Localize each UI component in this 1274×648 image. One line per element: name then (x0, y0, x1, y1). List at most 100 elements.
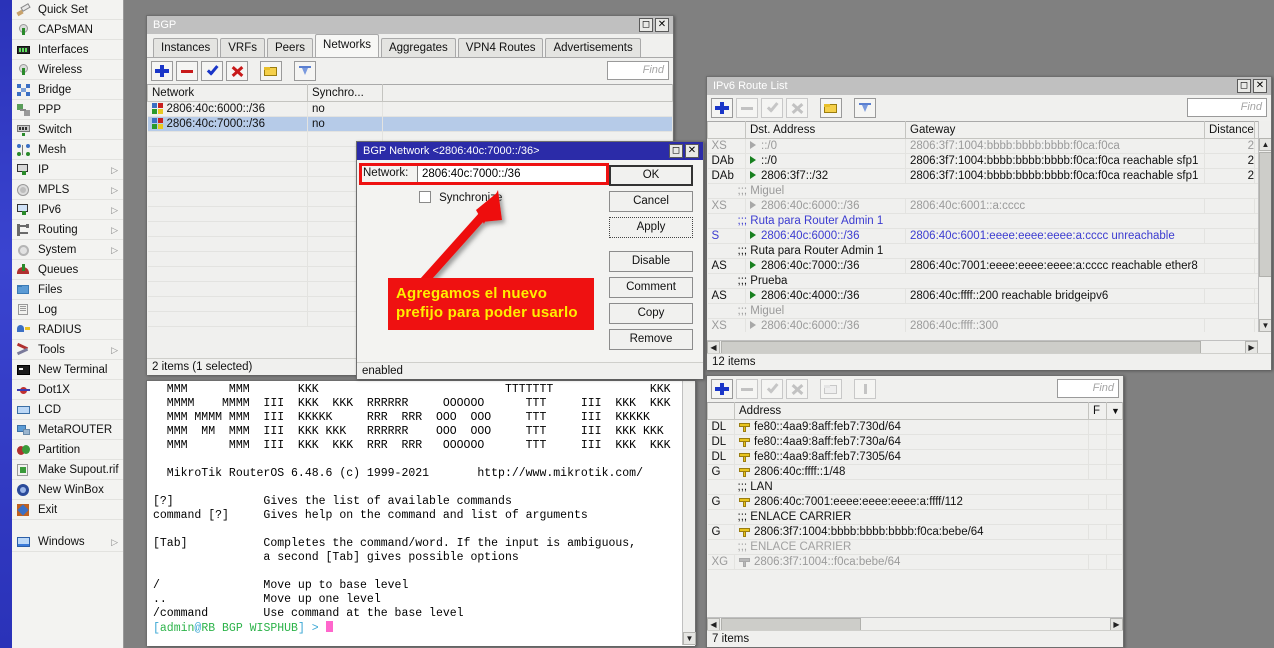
scroll-thumb[interactable] (1259, 152, 1271, 277)
apply-button[interactable]: Apply (609, 217, 693, 238)
scroll-down-arrow-icon[interactable]: ▼ (1259, 319, 1271, 332)
sidebar-item-bridge[interactable]: Bridge (12, 80, 123, 100)
cancel-button[interactable]: Cancel (609, 191, 693, 212)
dialog-button-column[interactable]: OKCancelApplyDisableCommentCopyRemove (609, 165, 697, 355)
table-row[interactable]: G2806:40c:7001:eeee:eeee:eeee:a:ffff/112 (708, 495, 1123, 510)
remove-button[interactable]: Remove (609, 329, 693, 350)
sidebar-item-ip[interactable]: IP▷ (12, 160, 123, 180)
sidebar-item-tools[interactable]: Tools▷ (12, 340, 123, 360)
ipv6-address-table[interactable]: AddressF▼ DLfe80::4aa9:8aff:feb7:730d/64… (707, 402, 1123, 570)
column-header[interactable]: Distance (1205, 122, 1255, 139)
comment-row[interactable]: ;;; Miguel (708, 304, 1271, 319)
column-header[interactable]: Gateway (906, 122, 1205, 139)
ipv6-address-list-window[interactable]: Find AddressF▼ DLfe80::4aa9:8aff:feb7:73… (706, 375, 1124, 648)
ipv6-address-toolbar[interactable]: Find (707, 376, 1123, 402)
ipv6-route-list-window[interactable]: IPv6 Route List ◻ ✕ Find Dst. AddressGat… (706, 76, 1272, 370)
find-input[interactable]: Find (607, 61, 669, 80)
network-input[interactable]: 2806:40c:7000::/36 (417, 165, 607, 183)
table-row[interactable]: DLfe80::4aa9:8aff:feb7:7305/64 (708, 450, 1123, 465)
dialog-titlebar[interactable]: BGP Network <2806:40c:7000::/36> ◻ ✕ (357, 142, 703, 160)
terminal-output[interactable]: MMM MMM KKK TTTTTTT KKK MMMM MMMM III KK… (147, 381, 695, 646)
column-menu-icon[interactable]: ▼ (1111, 406, 1120, 416)
sidebar-item-quick-set[interactable]: Quick Set (12, 0, 123, 20)
close-icon[interactable]: ✕ (1253, 79, 1267, 93)
column-header[interactable] (708, 122, 746, 139)
route-scrollbar-vertical[interactable]: ▲ ▼ (1258, 121, 1271, 332)
table-row[interactable]: 2806:40c:6000::/36no (148, 102, 673, 117)
sidebar-item-wireless[interactable]: Wireless (12, 60, 123, 80)
sidebar-item-make-supout-rif[interactable]: Make Supout.rif (12, 460, 123, 480)
tab-vrfs[interactable]: VRFs (220, 38, 265, 57)
table-row[interactable]: G2806:3f7:1004:bbbb:bbbb:bbbb:f0ca:bebe/… (708, 525, 1123, 540)
maximize-icon[interactable]: ◻ (639, 18, 653, 32)
comment-button[interactable] (820, 98, 842, 118)
close-icon[interactable]: ✕ (685, 144, 699, 158)
close-icon[interactable]: ✕ (655, 18, 669, 32)
column-header[interactable]: Synchro... (308, 85, 383, 102)
column-header[interactable]: Dst. Address (746, 122, 906, 139)
remove-button[interactable] (176, 61, 198, 81)
route-scrollbar-horizontal[interactable]: ◀ ▶ (707, 340, 1258, 353)
sidebar-item-mesh[interactable]: Mesh (12, 140, 123, 160)
comment-row[interactable]: ;;; Miguel (708, 184, 1271, 199)
table-row[interactable]: AS2806:40c:7000::/362806:40c:7001:eeee:e… (708, 259, 1271, 274)
tab-aggregates[interactable]: Aggregates (381, 38, 456, 57)
table-row[interactable]: DLfe80::4aa9:8aff:feb7:730a/64 (708, 435, 1123, 450)
main-menu-sidebar[interactable]: Quick SetCAPsMANInterfacesWirelessBridge… (12, 0, 124, 648)
sidebar-item-partition[interactable]: Partition (12, 440, 123, 460)
sidebar-item-files[interactable]: Files (12, 280, 123, 300)
comment-row[interactable]: ;;; ENLACE CARRIER (708, 540, 1123, 555)
sidebar-item-windows[interactable]: Windows ▷ (12, 532, 123, 552)
column-header[interactable]: Address (735, 403, 1089, 420)
find-input[interactable]: Find (1057, 379, 1119, 398)
table-row[interactable]: XS2806:40c:6000::/362806:40c:ffff::300 (708, 319, 1271, 333)
add-button[interactable] (151, 61, 173, 81)
disable-button[interactable] (226, 61, 248, 81)
terminal-window[interactable]: MMM MMM KKK TTTTTTT KKK MMMM MMMM III KK… (146, 380, 696, 646)
column-header[interactable] (708, 403, 735, 420)
sidebar-item-new-winbox[interactable]: New WinBox (12, 480, 123, 500)
comment-row[interactable]: ;;; Prueba (708, 274, 1271, 289)
maximize-icon[interactable]: ◻ (669, 144, 683, 158)
comment-row[interactable]: ;;; ENLACE CARRIER (708, 510, 1123, 525)
comment-button[interactable] (260, 61, 282, 81)
sidebar-item-metarouter[interactable]: MetaROUTER (12, 420, 123, 440)
column-header[interactable] (383, 85, 673, 102)
bgp-toolbar[interactable]: Find (147, 58, 673, 84)
sidebar-item-queues[interactable]: Queues (12, 260, 123, 280)
column-menu-header[interactable]: ▼ (1107, 403, 1123, 420)
table-row[interactable]: S2806:40c:6000::/362806:40c:6001:eeee:ee… (708, 229, 1271, 244)
sidebar-item-lcd[interactable]: LCD (12, 400, 123, 420)
scroll-down-arrow-icon[interactable]: ▼ (683, 632, 696, 645)
table-row[interactable]: AS2806:40c:4000::/362806:40c:ffff::200 r… (708, 289, 1271, 304)
sidebar-item-routing[interactable]: Routing▷ (12, 220, 123, 240)
sidebar-item-switch[interactable]: Switch (12, 120, 123, 140)
comment-button[interactable]: Comment (609, 277, 693, 298)
filter-button[interactable] (294, 61, 316, 81)
table-row[interactable]: XS2806:40c:6000::/362806:40c:6001::a:ccc… (708, 199, 1271, 214)
add-button[interactable] (711, 379, 733, 399)
sidebar-item-radius[interactable]: RADIUS (12, 320, 123, 340)
sidebar-item-new-terminal[interactable]: New Terminal (12, 360, 123, 380)
table-row[interactable]: 2806:40c:7000::/36no (148, 117, 673, 132)
terminal-scrollbar-vertical[interactable]: ▼ (682, 381, 695, 645)
sidebar-item-ppp[interactable]: PPP (12, 100, 123, 120)
table-row[interactable]: DAb2806:3f7::/322806:3f7:1004:bbbb:bbbb:… (708, 169, 1271, 184)
table-row[interactable]: DLfe80::4aa9:8aff:feb7:730d/64 (708, 420, 1123, 435)
ok-button[interactable]: OK (609, 165, 693, 186)
comment-row[interactable]: ;;; Ruta para Router Admin 1 (708, 244, 1271, 259)
add-button[interactable] (711, 98, 733, 118)
table-row[interactable]: G2806:40c:ffff::1/48 (708, 465, 1123, 480)
scroll-up-arrow-icon[interactable]: ▲ (1259, 138, 1271, 151)
sidebar-item-interfaces[interactable]: Interfaces (12, 40, 123, 60)
sidebar-item-log[interactable]: Log (12, 300, 123, 320)
sidebar-item-ipv6[interactable]: IPv6▷ (12, 200, 123, 220)
enable-button[interactable] (201, 61, 223, 81)
table-row[interactable]: XS::/02806:3f7:1004:bbbb:bbbb:bbbb:f0ca:… (708, 139, 1271, 154)
column-header[interactable]: Network (148, 85, 308, 102)
tab-instances[interactable]: Instances (153, 38, 218, 57)
disable-button[interactable]: Disable (609, 251, 693, 272)
bgp-tab-bar[interactable]: InstancesVRFsPeersNetworksAggregatesVPN4… (147, 34, 673, 58)
table-row[interactable]: DAb::/02806:3f7:1004:bbbb:bbbb:bbbb:f0ca… (708, 154, 1271, 169)
sidebar-item-exit[interactable]: Exit (12, 500, 123, 520)
